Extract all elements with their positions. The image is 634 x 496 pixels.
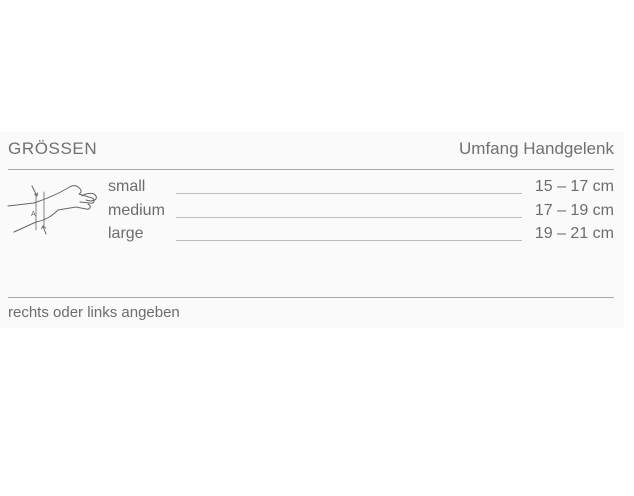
size-chart-title: GRÖSSEN: [8, 139, 98, 158]
wrist-circumference-label: Umfang Handgelenk: [459, 139, 614, 158]
size-name: medium: [108, 201, 165, 219]
footer-divider: [8, 297, 614, 298]
size-name: large: [108, 225, 144, 242]
leader-line: [176, 193, 522, 194]
leader-line: [176, 216, 522, 218]
size-name: small: [108, 178, 146, 195]
size-range: 19 – 21 cm: [534, 225, 614, 242]
header-divider: [8, 169, 614, 170]
wrist-marker-label: A: [31, 211, 36, 218]
size-row-small: small 15 – 17 cm: [108, 178, 614, 202]
leader-line: [176, 240, 522, 241]
size-row-large: large 19 – 21 cm: [108, 225, 614, 249]
size-range: 15 – 17 cm: [534, 178, 614, 195]
size-table: small 15 – 17 cm medium 17 – 19 cm large…: [108, 178, 614, 249]
size-chart-header: GRÖSSEN Umfang Handgelenk: [8, 139, 614, 163]
wrist-measurement-icon: A: [6, 174, 102, 240]
size-row-medium: medium 17 – 19 cm: [108, 202, 614, 226]
size-range: 17 – 19 cm: [534, 201, 614, 219]
side-note: rechts oder links angeben: [8, 304, 180, 321]
